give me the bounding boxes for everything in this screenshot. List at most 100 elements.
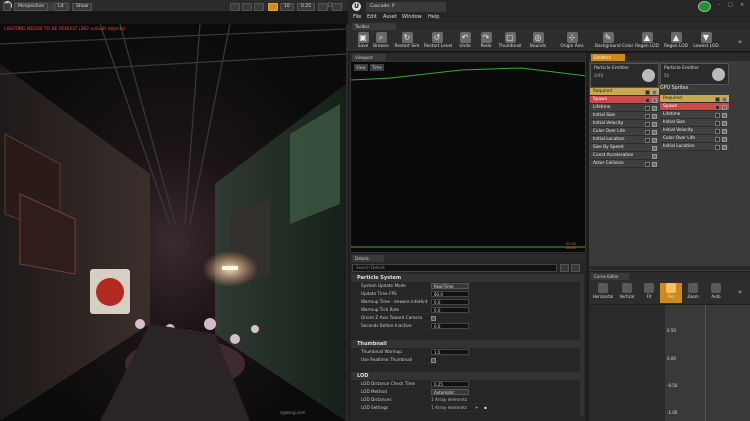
module-initial-location[interactable]: Initial Location <box>660 143 729 151</box>
tab-viewport[interactable]: Viewport <box>352 54 386 61</box>
module-enable-checkbox[interactable] <box>652 121 657 127</box>
fov-value[interactable]: 0.25 <box>297 3 316 11</box>
restart-sim-button[interactable]: ↻ Restart Sim <box>394 32 420 52</box>
module-curve-icon[interactable] <box>645 161 650 167</box>
scene-render[interactable] <box>0 24 346 421</box>
module-enable-checkbox[interactable] <box>652 129 657 135</box>
maximize-icon[interactable]: □ <box>728 2 733 8</box>
module-color-over-life[interactable]: Color Over Life <box>660 135 729 143</box>
camera-speed-icon[interactable] <box>318 3 328 11</box>
toolbar-expand-icon[interactable]: » <box>738 38 742 46</box>
thumbnail-warmup-input[interactable]: 1.0 <box>431 349 469 355</box>
module-enable-checkbox[interactable] <box>722 96 727 102</box>
background-color-button[interactable]: ✎ Background Color <box>595 32 633 52</box>
browse-button[interactable]: ⌕ Browse <box>368 32 394 52</box>
module-curve-icon[interactable] <box>715 128 720 134</box>
particle-viewport[interactable] <box>350 61 586 253</box>
menu-edit[interactable]: Edit <box>367 12 377 22</box>
scale-icon[interactable] <box>254 3 264 11</box>
tab-cascade[interactable]: Cascade: P <box>366 2 446 12</box>
horizontal-button[interactable]: Horizontal <box>592 283 614 303</box>
module-enable-checkbox[interactable] <box>722 136 727 142</box>
details-search-input[interactable]: Search Details <box>352 264 557 272</box>
module-curve-icon[interactable] <box>645 121 650 127</box>
minimize-icon[interactable]: – <box>718 2 721 8</box>
module-curve-icon[interactable] <box>645 97 650 103</box>
curve-track-list[interactable] <box>589 305 665 421</box>
module-lifetime[interactable]: Lifetime <box>590 104 659 112</box>
module-curve-icon[interactable] <box>645 105 650 111</box>
fit-button[interactable]: Fit <box>638 283 660 303</box>
maximize-viewport-icon[interactable] <box>332 3 342 11</box>
orient-z-axis-checkbox[interactable] <box>431 315 436 321</box>
vertical-button[interactable]: Vertical <box>616 283 638 303</box>
bounds-button[interactable]: ◎ Bounds <box>525 32 551 52</box>
menu-help[interactable]: Help <box>428 12 439 22</box>
module-curve-icon[interactable] <box>715 96 720 102</box>
add-element-icon[interactable]: + <box>475 404 479 412</box>
emitter-column-2[interactable]: Particle Emitter 50 Required Spawn Lifet… <box>660 63 729 183</box>
eye-icon[interactable] <box>571 264 580 272</box>
regen-lod-button-2[interactable]: ▲ Regen LOD <box>663 32 689 52</box>
category-particle-system[interactable]: Particle System <box>351 274 581 282</box>
zoom-button[interactable]: Zoom <box>682 283 704 303</box>
module-curve-icon[interactable] <box>715 144 720 150</box>
module-initial-velocity[interactable]: Initial Velocity <box>660 127 729 135</box>
lit-button[interactable]: Lit <box>54 3 68 11</box>
module-spawn[interactable]: Spawn <box>660 103 729 111</box>
source-control-icon[interactable] <box>698 1 711 12</box>
lod-distance-check-time-input[interactable]: 0.25 <box>431 381 469 387</box>
module-required[interactable]: Required <box>590 88 659 96</box>
tab-emitters[interactable]: Emitters <box>591 54 625 61</box>
module-initial-size[interactable]: Initial Size <box>590 112 659 120</box>
view-options-icon[interactable] <box>560 264 569 272</box>
module-color-over-life[interactable]: Color Over Life <box>590 128 659 136</box>
module-enable-checkbox[interactable] <box>722 112 727 118</box>
module-enable-checkbox[interactable] <box>722 104 727 110</box>
module-spawn[interactable]: Spawn <box>590 96 659 104</box>
module-curve-icon[interactable] <box>645 89 650 95</box>
module-enable-checkbox[interactable] <box>652 97 657 103</box>
menu-file[interactable]: File <box>353 12 361 22</box>
module-required[interactable]: Required <box>660 95 729 103</box>
restart-level-button[interactable]: ↺ Restart Level <box>424 32 452 52</box>
delete-element-icon[interactable]: ▪ <box>484 404 487 412</box>
module-size-by-speed[interactable]: Size By Speed <box>590 144 659 152</box>
grid-snap-icon[interactable] <box>268 3 278 11</box>
module-enable-checkbox[interactable] <box>652 113 657 119</box>
module-actor-collision[interactable]: Actor Collision <box>590 160 659 168</box>
module-initial-location[interactable]: Initial Location <box>590 136 659 144</box>
seconds-before-inactive-input[interactable]: 0.0 <box>431 323 469 329</box>
module-enable-checkbox[interactable] <box>722 120 727 126</box>
module-initial-size[interactable]: Initial Size <box>660 119 729 127</box>
module-lifetime[interactable]: Lifetime <box>660 111 729 119</box>
auto-button[interactable]: Auto <box>705 283 727 303</box>
module-enable-checkbox[interactable] <box>652 153 657 159</box>
module-initial-velocity[interactable]: Initial Velocity <box>590 120 659 128</box>
module-curve-icon[interactable] <box>645 113 650 119</box>
tab-details[interactable]: Details <box>352 255 384 262</box>
use-realtime-thumbnail-checkbox[interactable] <box>431 357 436 363</box>
emitter-header[interactable]: Particle Emitter 50 <box>660 63 729 85</box>
translate-icon[interactable] <box>230 3 240 11</box>
menu-asset[interactable]: Asset <box>383 12 397 22</box>
system-update-mode-select[interactable]: Real-Time <box>431 283 469 289</box>
perspective-button[interactable]: Perspective <box>14 3 49 11</box>
module-curve-icon[interactable] <box>715 112 720 118</box>
redo-button[interactable]: ↷ Redo <box>473 32 499 52</box>
pan-button[interactable]: Pan <box>660 283 682 303</box>
module-const-acceleration[interactable]: Const Acceleration <box>590 152 659 160</box>
module-curve-icon[interactable] <box>645 137 650 143</box>
tab-curve-editor[interactable]: Curve Editor <box>591 273 629 280</box>
details-scrollbar[interactable] <box>580 274 584 416</box>
module-curve-icon[interactable] <box>715 104 720 110</box>
module-enable-checkbox[interactable] <box>722 128 727 134</box>
emitters-scrollbar[interactable] <box>589 266 750 270</box>
module-enable-checkbox[interactable] <box>652 105 657 111</box>
rotate-icon[interactable] <box>242 3 252 11</box>
tab-toolbar[interactable]: Toolbar <box>352 23 396 30</box>
module-enable-checkbox[interactable] <box>652 137 657 143</box>
regen-lod-button[interactable]: ▲ Regen LOD <box>634 32 660 52</box>
category-thumbnail[interactable]: Thumbnail <box>351 340 581 348</box>
module-enable-checkbox[interactable] <box>652 161 657 167</box>
